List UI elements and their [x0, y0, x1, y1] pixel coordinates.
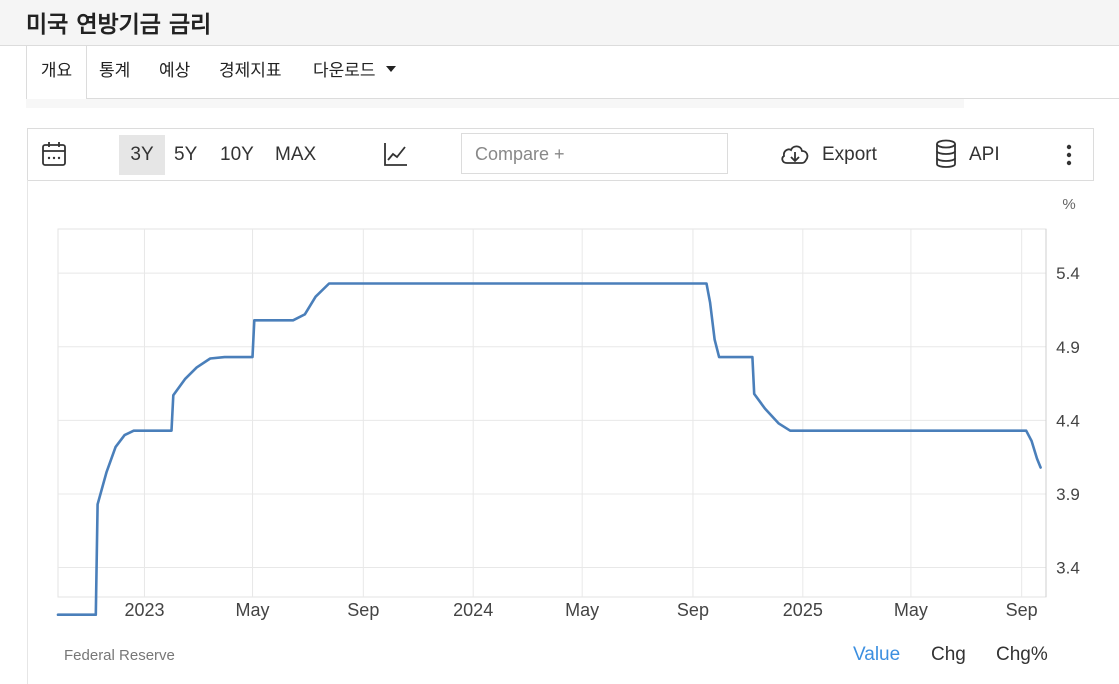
x-tick-label: May: [894, 600, 928, 620]
x-tick-label: Sep: [677, 600, 709, 620]
y-tick-label: 5.4: [1056, 264, 1080, 283]
chart-series: [56, 282, 1042, 616]
chart-axes: 3.4 3.9 4.4 4.9 5.4 2023 May Sep 2024 May Sep 2025 M…: [124, 229, 1080, 620]
x-tick-label: Sep: [347, 600, 379, 620]
x-tick-label: May: [236, 600, 270, 620]
chg-percent-tab[interactable]: Chg%: [996, 644, 1048, 666]
value-tab[interactable]: Value: [853, 644, 900, 666]
x-tick-label: 2023: [124, 600, 164, 620]
series-line: [56, 282, 1042, 616]
x-tick-label: 2025: [783, 600, 823, 620]
x-tick-label: Sep: [1006, 600, 1038, 620]
rate-chart: 3.4 3.9 4.4 4.9 5.4 2023 May Sep 2024 May Sep 2025 M…: [56, 196, 1080, 620]
y-tick-label: 4.4: [1056, 411, 1080, 430]
y-axis-unit-label: %: [1062, 196, 1075, 213]
chg-tab[interactable]: Chg: [931, 644, 966, 666]
y-tick-label: 3.9: [1056, 485, 1080, 504]
y-tick-label: 4.9: [1056, 338, 1080, 357]
y-tick-label: 3.4: [1056, 559, 1080, 578]
x-tick-label: May: [565, 600, 599, 620]
source-label: Federal Reserve: [64, 647, 175, 664]
x-tick-label: 2024: [453, 600, 493, 620]
